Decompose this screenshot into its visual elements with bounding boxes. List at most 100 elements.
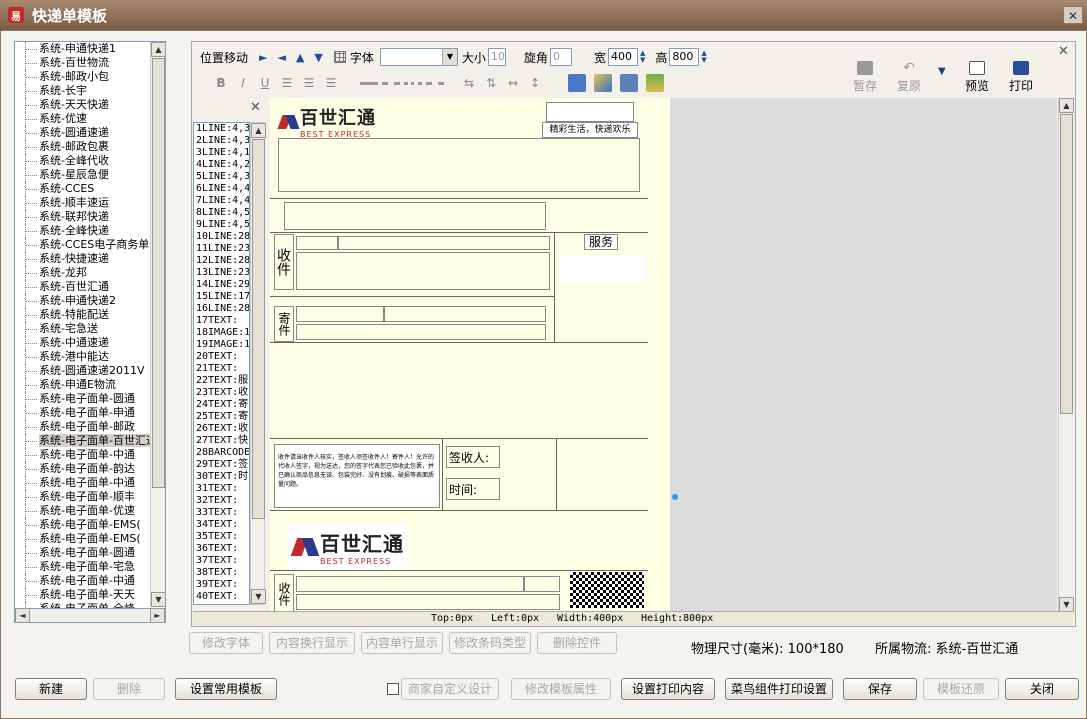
field-list-item[interactable]: 18IMAGE:1 [194, 327, 249, 339]
field-list-item[interactable]: 4LINE:4,2 [194, 159, 249, 171]
modify-props-button[interactable]: 修改模板属性 [511, 678, 611, 700]
field-scroll-down[interactable]: ▼ [251, 589, 266, 604]
field-list-item[interactable]: 10LINE:28 [194, 231, 249, 243]
bottom-logo[interactable]: 百世汇通 BEST EXPRESS [288, 524, 408, 570]
line-dashdot-icon[interactable] [426, 81, 444, 85]
distribute-v-icon[interactable]: ⇅ [482, 74, 500, 92]
receiver-phone-box[interactable] [338, 236, 550, 250]
template-list-item[interactable]: 系统-电子面单-优速 [19, 504, 151, 518]
field-panel-close-icon[interactable]: ✕ [250, 100, 261, 115]
template-list-item[interactable]: 系统-邮政小包 [19, 70, 151, 84]
height-input[interactable]: 800 [669, 48, 700, 66]
sender-name-box[interactable] [296, 306, 384, 322]
print-button[interactable]: 打印 [1000, 58, 1042, 94]
template-list-item[interactable]: 系统-中通速递 [19, 336, 151, 350]
template-list-item[interactable]: 系统-电子面单-天天 [19, 588, 151, 602]
field-list-item[interactable]: 38TEXT: [194, 567, 249, 579]
delete-control-button[interactable]: 删除控件 [537, 632, 617, 654]
align-left-icon[interactable]: ☰ [278, 74, 296, 92]
template-restore-button[interactable]: 模板还原 [923, 678, 999, 700]
template-list-item[interactable]: 系统-联邦快递 [19, 210, 151, 224]
template-list-item[interactable]: 系统-电子面单-申通 [19, 406, 151, 420]
template-list-item[interactable]: 系统-申通E物流 [19, 378, 151, 392]
template-list-item[interactable]: 系统-电子面单-中通 [19, 476, 151, 490]
receive-label-box-2[interactable]: 收件 [274, 574, 294, 612]
template-list-item[interactable]: 系统-电子面单-百世汇通 [19, 434, 151, 448]
template-list-item[interactable]: 系统-全峰代收 [19, 154, 151, 168]
terms-box[interactable]: 收件请当收件人核实，签收人须签收件人！寄件人！允许的代收人签字，视为送达，您的签… [274, 444, 440, 508]
template-list-item[interactable]: 系统-电子面单-圆通 [19, 546, 151, 560]
same-width-icon[interactable]: ↔ [504, 74, 522, 92]
field-list-item[interactable]: 31TEXT: [194, 483, 249, 495]
bold-button[interactable]: B [212, 74, 230, 92]
template-list-item[interactable]: 系统-全峰快递 [19, 224, 151, 238]
resize-handle-icon[interactable] [672, 494, 678, 500]
template-list-item[interactable]: 系统-电子面单-中通 [19, 448, 151, 462]
field-list-item[interactable]: 16LINE:28 [194, 303, 249, 315]
template-list-item[interactable]: 系统-申通快递1 [19, 42, 151, 56]
size-input[interactable]: 10 [487, 48, 506, 66]
field-list-item[interactable]: 7LINE:4,4 [194, 195, 249, 207]
delete-button[interactable]: 删除 [93, 678, 165, 700]
receiver-address-box[interactable] [296, 252, 550, 290]
tracking-box[interactable] [546, 102, 634, 122]
cainiao-print-button[interactable]: 菜鸟组件打印设置 [725, 678, 833, 700]
field-list-item[interactable]: 6LINE:4,4 [194, 183, 249, 195]
field-list-item[interactable]: 17TEXT: [194, 315, 249, 327]
canvas-scroll-thumb[interactable] [1060, 114, 1073, 414]
height-spinner[interactable]: ▲ ▼ [701, 50, 706, 64]
save-temp-button[interactable]: 暂存 [844, 58, 886, 94]
slogan-box[interactable]: 精彩生活，快递欢乐 [542, 122, 638, 138]
send-label-box[interactable]: 寄件 [274, 306, 294, 342]
restore-dropdown-icon[interactable]: ▼ [938, 66, 946, 77]
template-list-item[interactable]: 系统-邮政包裹 [19, 140, 151, 154]
move-down-icon[interactable]: ▼ [314, 51, 322, 64]
field-list-item[interactable]: 9LINE:4,5 [194, 219, 249, 231]
underline-button[interactable]: U [256, 74, 274, 92]
italic-button[interactable]: I [234, 74, 252, 92]
field-list-item[interactable]: 12LINE:28 [194, 255, 249, 267]
receive-label-box[interactable]: 收件 [274, 234, 294, 290]
template-list-item[interactable]: 系统-电子面单-韵达 [19, 462, 151, 476]
distribute-h-icon[interactable]: ⇆ [460, 74, 478, 92]
save-button[interactable]: 保存 [843, 678, 917, 700]
receiver-name-box[interactable] [296, 236, 338, 250]
preview-button[interactable]: 预览 [956, 58, 998, 94]
scroll-up-button[interactable]: ▲ [151, 42, 165, 57]
template-list-item[interactable]: 系统-电子面单-邮政 [19, 420, 151, 434]
single-line-button[interactable]: 内容单行显示 [361, 632, 443, 654]
same-height-icon[interactable]: ↕ [526, 74, 544, 92]
template-list-item[interactable]: 系统-CCES电子商务单 [19, 238, 151, 252]
field-list-item[interactable]: 41TEXT: [194, 603, 249, 604]
field-list-item[interactable]: 5LINE:4,3 [194, 171, 249, 183]
font-select[interactable]: ▼ [379, 48, 458, 66]
move-right-icon[interactable]: ► [259, 51, 267, 64]
template-list-item[interactable]: 系统-电子面单-EMS( [19, 518, 151, 532]
service-field[interactable] [560, 256, 646, 282]
template-list-item[interactable]: 系统-电子面单-顺丰 [19, 490, 151, 504]
field-list-item[interactable]: 35TEXT: [194, 531, 249, 543]
width-spinner[interactable]: ▲ ▼ [640, 50, 645, 64]
line-dash-icon[interactable] [382, 81, 400, 85]
canvas-scrollbar[interactable]: ▲ ▼ [1058, 98, 1074, 612]
barcode-type-button[interactable]: 修改条码类型 [449, 632, 531, 654]
editor-close-icon[interactable]: ✕ [1058, 44, 1069, 59]
field-list-item[interactable]: 32TEXT: [194, 495, 249, 507]
sender-phone-box[interactable] [384, 306, 546, 322]
field-list-item[interactable]: 15LINE:17 [194, 291, 249, 303]
field-list-item[interactable]: 1LINE:4,3 [194, 123, 249, 135]
field-list-item[interactable]: 40TEXT: [194, 591, 249, 603]
edit-font-button[interactable]: 修改字体 [189, 632, 263, 654]
template-list-item[interactable]: 系统-顺丰速运 [19, 196, 151, 210]
template-list-item[interactable]: 系统-电子面单-宅急 [19, 560, 151, 574]
move-left-icon[interactable]: ◄ [277, 51, 285, 64]
field-list-item[interactable]: 26TEXT:收 [194, 423, 249, 435]
field-list-item[interactable]: 23TEXT:收 [194, 387, 249, 399]
merchant-custom-checkbox[interactable] [387, 683, 399, 695]
field-list-item[interactable]: 28BARCODE [194, 447, 249, 459]
scroll-down-button[interactable]: ▼ [151, 592, 165, 607]
field-list-item[interactable]: 14LINE:29 [194, 279, 249, 291]
align-center-icon[interactable]: ☰ [300, 74, 318, 92]
set-common-template-button[interactable]: 设置常用模板 [175, 678, 277, 700]
copy-icon[interactable] [568, 74, 586, 92]
